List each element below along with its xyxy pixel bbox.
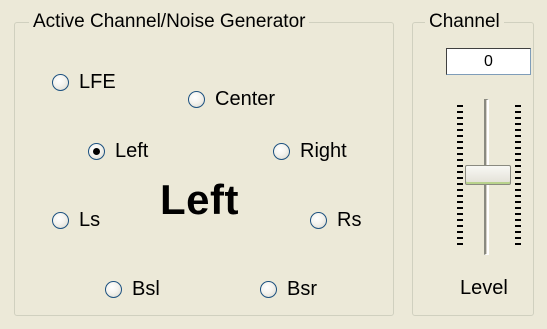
radio-right[interactable]: Right — [273, 139, 347, 163]
radio-center[interactable]: Center — [188, 87, 275, 111]
radio-rs-label: Rs — [337, 209, 362, 231]
active-channel-group: Active Channel/Noise Generator — [14, 10, 394, 316]
radio-left[interactable]: Left — [88, 139, 148, 163]
radio-lfe[interactable]: LFE — [52, 70, 116, 94]
radio-ls[interactable]: Ls — [52, 208, 100, 232]
active-channel-display: Left — [160, 176, 239, 223]
radio-bsr[interactable]: Bsr — [260, 277, 317, 301]
radio-right-label: Right — [300, 140, 347, 162]
radio-right-circle[interactable] — [273, 142, 290, 160]
radio-bsr-label: Bsr — [287, 278, 317, 300]
radio-bsl[interactable]: Bsl — [105, 277, 160, 301]
radio-rs-circle[interactable] — [310, 211, 327, 229]
slider-ticks-left — [457, 105, 463, 246]
radio-bsr-circle[interactable] — [260, 280, 277, 298]
level-label: Level — [460, 277, 508, 299]
channel-group-title: Channel — [425, 10, 504, 34]
radio-center-label: Center — [215, 88, 276, 110]
slider-ticks-right — [515, 105, 521, 246]
radio-bsl-label: Bsl — [132, 278, 160, 300]
active-channel-group-title: Active Channel/Noise Generator — [29, 10, 310, 34]
radio-rs[interactable]: Rs — [310, 208, 361, 232]
channel-value-field[interactable]: 0 — [446, 48, 531, 75]
radio-ls-label: Ls — [79, 209, 101, 231]
radio-left-label: Left — [115, 140, 149, 162]
radio-lfe-circle[interactable] — [52, 73, 69, 91]
level-slider-thumb[interactable] — [465, 165, 511, 185]
radio-left-circle[interactable] — [88, 142, 105, 160]
radio-center-circle[interactable] — [188, 90, 205, 108]
radio-ls-circle[interactable] — [52, 211, 69, 229]
radio-lfe-label: LFE — [79, 71, 116, 93]
radio-bsl-circle[interactable] — [105, 280, 122, 298]
